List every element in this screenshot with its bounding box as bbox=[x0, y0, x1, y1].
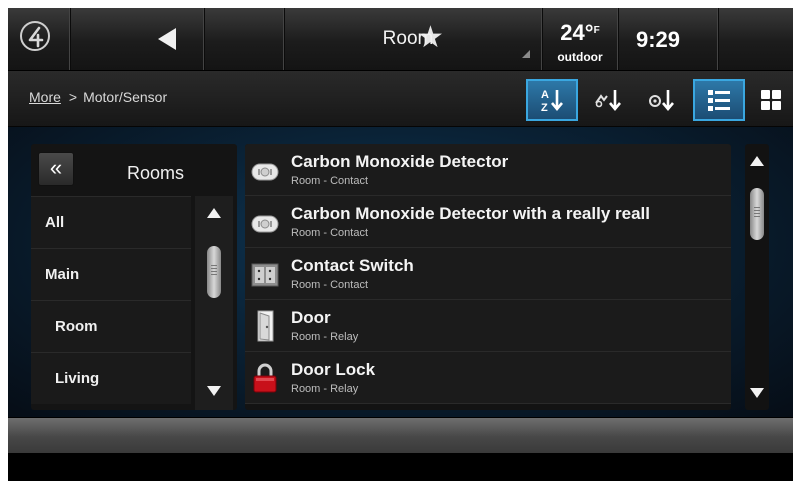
device-name: Door Lock bbox=[291, 360, 376, 379]
top-bar: ★ Room 24°F outdoor 9:29 bbox=[8, 8, 793, 71]
device-row[interactable]: Contact Switch Room - Contact bbox=[245, 248, 731, 300]
page-title: Room bbox=[382, 28, 434, 49]
logo-icon[interactable] bbox=[20, 21, 50, 51]
breadcrumb-separator: > bbox=[68, 89, 78, 105]
device-scrollbar[interactable] bbox=[745, 144, 769, 410]
temperature-unit: F bbox=[593, 25, 600, 36]
room-item-living[interactable]: Living bbox=[31, 352, 191, 404]
sort-status-button[interactable] bbox=[636, 79, 688, 121]
back-arrow-icon bbox=[158, 28, 176, 50]
sort-type-icon bbox=[595, 90, 621, 112]
device-row[interactable]: Carbon Monoxide Detector with a really r… bbox=[245, 196, 731, 248]
device-location: Room - Relay bbox=[291, 331, 359, 343]
breadcrumb: More > Motor/Sensor bbox=[29, 89, 167, 105]
device-name: Carbon Monoxide Detector bbox=[291, 152, 509, 171]
list-view-button[interactable] bbox=[693, 79, 745, 121]
clock-time: 9:29 bbox=[636, 27, 681, 52]
weather-label: outdoor bbox=[557, 50, 603, 64]
list-view-icon bbox=[708, 90, 730, 111]
scrollbar-thumb[interactable] bbox=[750, 188, 764, 240]
device-name: Carbon Monoxide Detector with a really r… bbox=[291, 204, 650, 223]
rooms-scrollbar[interactable] bbox=[195, 196, 233, 410]
scroll-down-icon[interactable] bbox=[750, 388, 764, 398]
bottom-bar bbox=[8, 418, 793, 453]
scroll-up-icon[interactable] bbox=[207, 208, 221, 218]
svg-text:Z: Z bbox=[541, 102, 548, 113]
back-button[interactable] bbox=[70, 8, 205, 70]
co-detector-icon bbox=[251, 215, 279, 233]
grid-view-icon bbox=[761, 90, 781, 110]
control-panel-screen: ★ Room 24°F outdoor 9:29 More > Motor/Sens… bbox=[8, 8, 793, 481]
home-button-cell[interactable] bbox=[8, 8, 71, 70]
device-name: Door bbox=[291, 308, 331, 327]
room-item-label: All bbox=[45, 214, 65, 231]
device-row[interactable]: Door Room - Relay bbox=[245, 300, 731, 352]
room-item-room[interactable]: Room bbox=[31, 300, 191, 352]
sort-type-button[interactable] bbox=[582, 79, 634, 121]
scroll-down-icon[interactable] bbox=[207, 386, 221, 396]
device-row[interactable]: Door Lock Room - Relay bbox=[245, 352, 731, 404]
device-location: Room - Relay bbox=[291, 383, 359, 395]
breadcrumb-current: Motor/Sensor bbox=[83, 89, 168, 105]
room-item-label: Main bbox=[45, 266, 80, 283]
room-item-label: Living bbox=[55, 370, 100, 387]
device-location: Room - Contact bbox=[291, 279, 369, 291]
room-item-main[interactable]: Main bbox=[31, 248, 191, 300]
rooms-title: Rooms bbox=[127, 163, 185, 183]
sort-status-icon bbox=[649, 90, 674, 112]
scroll-up-icon[interactable] bbox=[750, 156, 764, 166]
room-selector[interactable]: Room bbox=[284, 8, 543, 70]
device-location: Room - Contact bbox=[291, 227, 369, 239]
dropdown-corner-icon bbox=[522, 50, 530, 58]
weather-widget[interactable]: 24°F outdoor bbox=[542, 8, 619, 70]
device-name: Contact Switch bbox=[291, 256, 414, 275]
rooms-panel: « Rooms All Main Room Living bbox=[31, 144, 237, 410]
door-icon bbox=[257, 310, 274, 342]
scrollbar-thumb[interactable] bbox=[207, 246, 221, 298]
temperature-value: 24° bbox=[560, 20, 594, 45]
favorite-button[interactable]: ★ bbox=[204, 8, 444, 70]
breadcrumb-more-link[interactable]: More bbox=[29, 89, 61, 105]
sort-alpha-button[interactable]: A Z bbox=[526, 79, 578, 121]
grid-view-button[interactable] bbox=[749, 79, 793, 121]
contact-switch-icon bbox=[251, 263, 279, 287]
collapse-rooms-button[interactable]: « bbox=[38, 152, 74, 186]
svg-text:A: A bbox=[541, 89, 549, 101]
lock-icon bbox=[253, 363, 277, 393]
clock-cell: 9:29 bbox=[618, 8, 719, 70]
co-detector-icon bbox=[251, 163, 279, 181]
device-row[interactable]: Carbon Monoxide Detector Room - Contact bbox=[245, 144, 731, 196]
sort-alpha-icon: A Z bbox=[541, 89, 563, 113]
content-area: « Rooms All Main Room Living Carbon Mono… bbox=[8, 127, 793, 417]
room-item-label: Room bbox=[55, 318, 98, 335]
room-item-all[interactable]: All bbox=[31, 196, 191, 248]
sub-bar: More > Motor/Sensor A Z bbox=[8, 71, 793, 127]
device-location: Room - Contact bbox=[291, 175, 369, 187]
device-list: Carbon Monoxide Detector Room - Contact … bbox=[245, 144, 731, 410]
